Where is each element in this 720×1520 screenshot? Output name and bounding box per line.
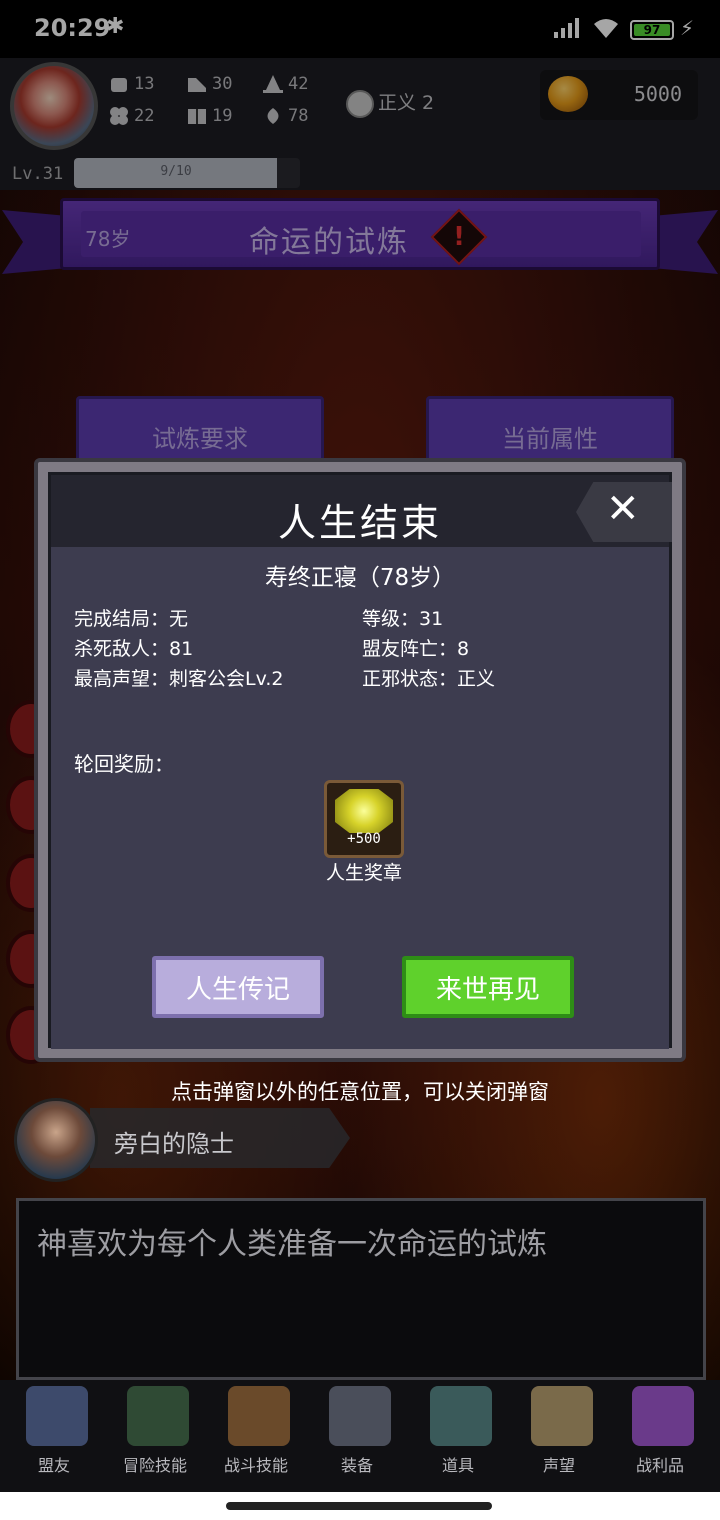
- nav-label: 装备: [340, 1456, 373, 1475]
- nav-label: 战斗技能: [223, 1456, 288, 1475]
- system-home-bar: [0, 1492, 720, 1520]
- treasure-chest-icon: [632, 1386, 694, 1446]
- narrator-name: 旁白的隐士: [114, 1130, 234, 1158]
- nav-label: 声望: [542, 1456, 575, 1475]
- story-text: 神喜欢为每个人类准备一次命运的试炼: [37, 1227, 547, 1262]
- nav-adventure-skills[interactable]: 冒险技能: [105, 1380, 205, 1492]
- home-indicator[interactable]: [226, 1502, 492, 1510]
- nav-items[interactable]: 道具: [408, 1380, 508, 1492]
- narrator-avatar: [14, 1098, 98, 1182]
- handshake-icon: [26, 1386, 88, 1446]
- next-life-button[interactable]: 来世再见: [402, 956, 574, 1018]
- summary-ending: 完成结局：无: [74, 608, 189, 630]
- summary-reputation: 最高声望：刺客公会Lv.2: [74, 668, 284, 690]
- reward-label: 轮回奖励：: [74, 752, 174, 776]
- swords-icon: [329, 1386, 391, 1446]
- close-button[interactable]: ✕: [576, 482, 672, 542]
- story-dialog-box[interactable]: 神喜欢为每个人类准备一次命运的试炼: [16, 1198, 706, 1380]
- nav-combat-skills[interactable]: 战斗技能: [206, 1380, 306, 1492]
- death-cause: 寿终正寝（78岁）: [264, 565, 456, 591]
- backpack-icon: [228, 1386, 290, 1446]
- close-icon: ✕: [606, 486, 640, 532]
- nav-label: 盟友: [37, 1456, 70, 1475]
- nav-allies[interactable]: 盟友: [4, 1380, 104, 1492]
- nav-label: 战利品: [635, 1456, 684, 1475]
- close-hint: 点击弹窗以外的任意位置，可以关闭弹窗: [171, 1080, 549, 1104]
- bottom-nav: 盟友 冒险技能 战斗技能 装备 道具 声望 战利品: [0, 1380, 720, 1492]
- reward-amount: +500: [347, 831, 381, 847]
- summary-allies-fallen: 盟友阵亡：8: [362, 638, 470, 660]
- nav-label: 道具: [441, 1456, 474, 1475]
- summary-kills: 杀死敌人：81: [74, 638, 194, 660]
- nav-label: 冒险技能: [122, 1456, 187, 1475]
- bag-icon: [430, 1386, 492, 1446]
- nav-equipment[interactable]: 装备: [307, 1380, 407, 1492]
- summary-alignment: 正邪状态：正义: [362, 668, 496, 690]
- nav-reputation[interactable]: 声望: [509, 1380, 609, 1492]
- life-end-dialog: 人生结束 ✕ 寿终正寝（78岁） 完成结局：无 杀死敌人：81 最高声望：刺客公…: [34, 458, 686, 1062]
- life-medal-reward[interactable]: +500: [324, 780, 404, 858]
- scroll-icon: [531, 1386, 593, 1446]
- nav-loot[interactable]: 战利品: [610, 1380, 710, 1492]
- summary-level: 等级：31: [362, 608, 444, 630]
- biography-button[interactable]: 人生传记: [152, 956, 324, 1018]
- reward-name: 人生奖章: [325, 862, 402, 884]
- medal-icon: [335, 789, 393, 833]
- skill-book-icon: [127, 1386, 189, 1446]
